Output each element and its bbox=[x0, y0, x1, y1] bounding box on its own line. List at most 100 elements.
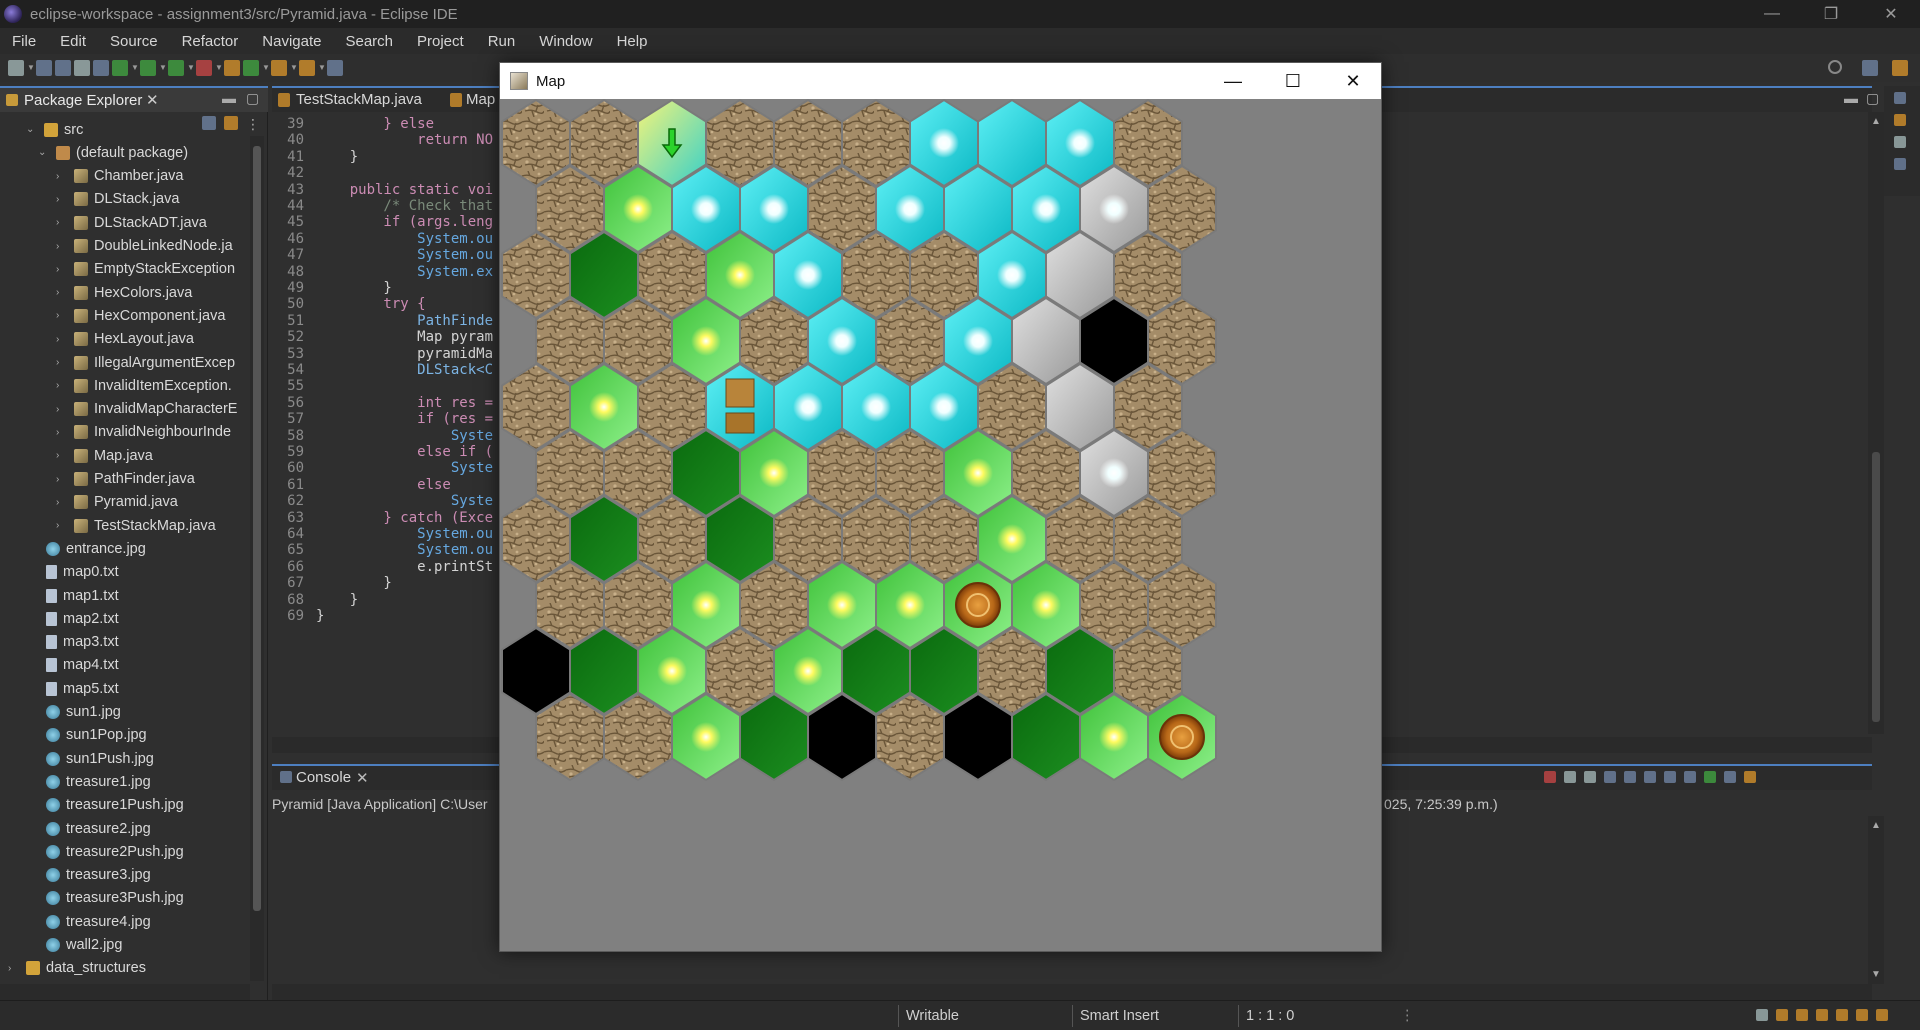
tree-item[interactable]: sun1Push.jpg bbox=[38, 747, 154, 770]
tree-item[interactable]: › Chamber.java bbox=[56, 165, 183, 188]
status-tray-icon[interactable] bbox=[1836, 1009, 1848, 1021]
expand-toggle-icon[interactable]: ⌄ bbox=[26, 124, 36, 135]
status-tray-icon[interactable] bbox=[1776, 1009, 1788, 1021]
expand-toggle-icon[interactable]: › bbox=[56, 334, 66, 345]
tree-item[interactable]: › HexComponent.java bbox=[56, 304, 225, 327]
tree-item[interactable]: › TestStackMap.java bbox=[56, 514, 216, 537]
tree-item[interactable]: › Pyramid.java bbox=[56, 491, 178, 514]
package-explorer-tab[interactable]: Package Explorer ✕ ▬ ▢ bbox=[0, 86, 268, 112]
dropdown-arrow-icon[interactable]: ▼ bbox=[262, 60, 270, 76]
dropdown-arrow-icon[interactable]: ▼ bbox=[159, 60, 167, 76]
tab-map[interactable]: Map bbox=[466, 91, 495, 108]
dropdown-arrow-icon[interactable]: ▼ bbox=[318, 60, 326, 76]
new-console-icon[interactable] bbox=[1724, 771, 1736, 783]
dropdown-arrow-icon[interactable]: ▼ bbox=[290, 60, 298, 76]
tree-item[interactable]: entrance.jpg bbox=[38, 537, 146, 560]
link-with-editor-icon[interactable] bbox=[224, 116, 238, 130]
open-perspective-icon[interactable] bbox=[1862, 60, 1878, 76]
display-selected-console-icon[interactable] bbox=[1704, 771, 1716, 783]
tree-item[interactable]: ⌄ (default package) bbox=[38, 141, 188, 164]
expand-toggle-icon[interactable]: › bbox=[56, 357, 66, 368]
save-all-icon[interactable] bbox=[55, 60, 71, 76]
menu-help[interactable]: Help bbox=[605, 33, 660, 50]
package-explorer-scrollbar[interactable] bbox=[250, 136, 264, 981]
maximize-view-icon[interactable]: ▢ bbox=[246, 90, 259, 107]
tree-item[interactable]: › HexLayout.java bbox=[56, 328, 194, 351]
expand-toggle-icon[interactable]: › bbox=[56, 264, 66, 275]
console-hscrollbar[interactable] bbox=[272, 984, 1872, 1000]
tree-item[interactable]: › InvalidNeighbourInde bbox=[56, 421, 231, 444]
expand-toggle-icon[interactable]: › bbox=[56, 427, 66, 438]
tree-item[interactable]: treasure1.jpg bbox=[38, 770, 151, 793]
minimize-button[interactable]: — bbox=[1743, 0, 1801, 28]
tree-item[interactable]: map1.txt bbox=[38, 584, 119, 607]
problems-icon[interactable] bbox=[1894, 136, 1906, 148]
dropdown-arrow-icon[interactable]: ▼ bbox=[131, 60, 139, 76]
tree-item[interactable]: map0.txt bbox=[38, 561, 119, 584]
save-icon[interactable] bbox=[36, 60, 52, 76]
tree-item[interactable]: › DoubleLinkedNode.ja bbox=[56, 235, 233, 258]
word-wrap-icon[interactable] bbox=[1644, 771, 1656, 783]
tree-item[interactable]: treasure2.jpg bbox=[38, 817, 151, 840]
expand-toggle-icon[interactable]: › bbox=[56, 380, 66, 391]
javadoc-icon[interactable] bbox=[1894, 158, 1906, 170]
tree-item[interactable]: › EmptyStackException bbox=[56, 258, 235, 281]
expand-toggle-icon[interactable]: › bbox=[56, 450, 66, 461]
expand-toggle-icon[interactable]: › bbox=[56, 310, 66, 321]
open-type-icon[interactable] bbox=[271, 60, 287, 76]
tab-teststackmap[interactable]: TestStackMap.java bbox=[296, 91, 422, 108]
tree-item[interactable]: map3.txt bbox=[38, 631, 119, 654]
external-tools-icon[interactable] bbox=[196, 60, 212, 76]
restore-button[interactable]: ❐ bbox=[1802, 0, 1860, 28]
terminate-icon[interactable] bbox=[1544, 771, 1556, 783]
map-close-button[interactable]: ✕ bbox=[1323, 63, 1381, 99]
open-console-icon[interactable] bbox=[1744, 771, 1756, 783]
clear-console-icon[interactable] bbox=[1604, 771, 1616, 783]
skip-breakpoints-icon[interactable] bbox=[93, 60, 109, 76]
status-tray-icon[interactable] bbox=[1856, 1009, 1868, 1021]
tip-of-day-icon[interactable] bbox=[1876, 1009, 1888, 1021]
expand-toggle-icon[interactable]: › bbox=[8, 963, 18, 974]
close-button[interactable]: ✕ bbox=[1862, 0, 1920, 28]
menu-project[interactable]: Project bbox=[405, 33, 476, 50]
terminal-icon[interactable] bbox=[74, 60, 90, 76]
expand-toggle-icon[interactable]: › bbox=[56, 520, 66, 531]
expand-toggle-icon[interactable]: › bbox=[56, 404, 66, 415]
tree-item[interactable]: treasure4.jpg bbox=[38, 910, 151, 933]
expand-toggle-icon[interactable]: › bbox=[56, 241, 66, 252]
annotation-icon[interactable] bbox=[327, 60, 343, 76]
coverage-icon[interactable] bbox=[168, 60, 184, 76]
debug-icon[interactable] bbox=[112, 60, 128, 76]
dropdown-arrow-icon[interactable]: ▼ bbox=[27, 60, 35, 76]
status-tray-icon[interactable] bbox=[1796, 1009, 1808, 1021]
dropdown-arrow-icon[interactable]: ▼ bbox=[187, 60, 195, 76]
tree-item[interactable]: treasure1Push.jpg bbox=[38, 794, 184, 817]
expand-toggle-icon[interactable]: › bbox=[56, 171, 66, 182]
tree-item[interactable]: › InvalidMapCharacterE bbox=[56, 398, 237, 421]
search-tool-icon[interactable] bbox=[299, 60, 315, 76]
tree-item[interactable]: map2.txt bbox=[38, 607, 119, 630]
tree-item[interactable]: sun1.jpg bbox=[38, 701, 121, 724]
java-perspective-icon[interactable] bbox=[1892, 60, 1908, 76]
status-menu-icon[interactable]: ⋮ bbox=[1400, 1008, 1415, 1024]
tab-console[interactable]: Console bbox=[296, 769, 351, 786]
package-explorer-hscrollbar[interactable] bbox=[0, 984, 250, 1000]
tree-item[interactable]: › InvalidItemException. bbox=[56, 374, 232, 397]
tree-item[interactable]: map5.txt bbox=[38, 677, 119, 700]
tree-item[interactable]: › PathFinder.java bbox=[56, 468, 195, 491]
minimize-view-icon[interactable]: ▬ bbox=[222, 90, 236, 106]
maximize-editor-icon[interactable]: ▢ bbox=[1866, 90, 1879, 107]
tree-item[interactable]: treasure2Push.jpg bbox=[38, 840, 184, 863]
outline-icon[interactable] bbox=[1894, 92, 1906, 104]
expand-toggle-icon[interactable]: › bbox=[56, 287, 66, 298]
expand-toggle-icon[interactable]: › bbox=[56, 474, 66, 485]
tree-item[interactable]: › data_structures bbox=[8, 957, 146, 980]
minimize-editor-icon[interactable]: ▬ bbox=[1844, 90, 1858, 106]
console-vscrollbar[interactable]: ▲ ▼ bbox=[1868, 816, 1884, 984]
menu-navigate[interactable]: Navigate bbox=[250, 33, 333, 50]
run-icon[interactable] bbox=[140, 60, 156, 76]
tree-item[interactable]: › Map.java bbox=[56, 444, 153, 467]
tree-item[interactable]: › HexColors.java bbox=[56, 281, 192, 304]
menu-window[interactable]: Window bbox=[527, 33, 604, 50]
new-java-project-icon[interactable] bbox=[224, 60, 240, 76]
